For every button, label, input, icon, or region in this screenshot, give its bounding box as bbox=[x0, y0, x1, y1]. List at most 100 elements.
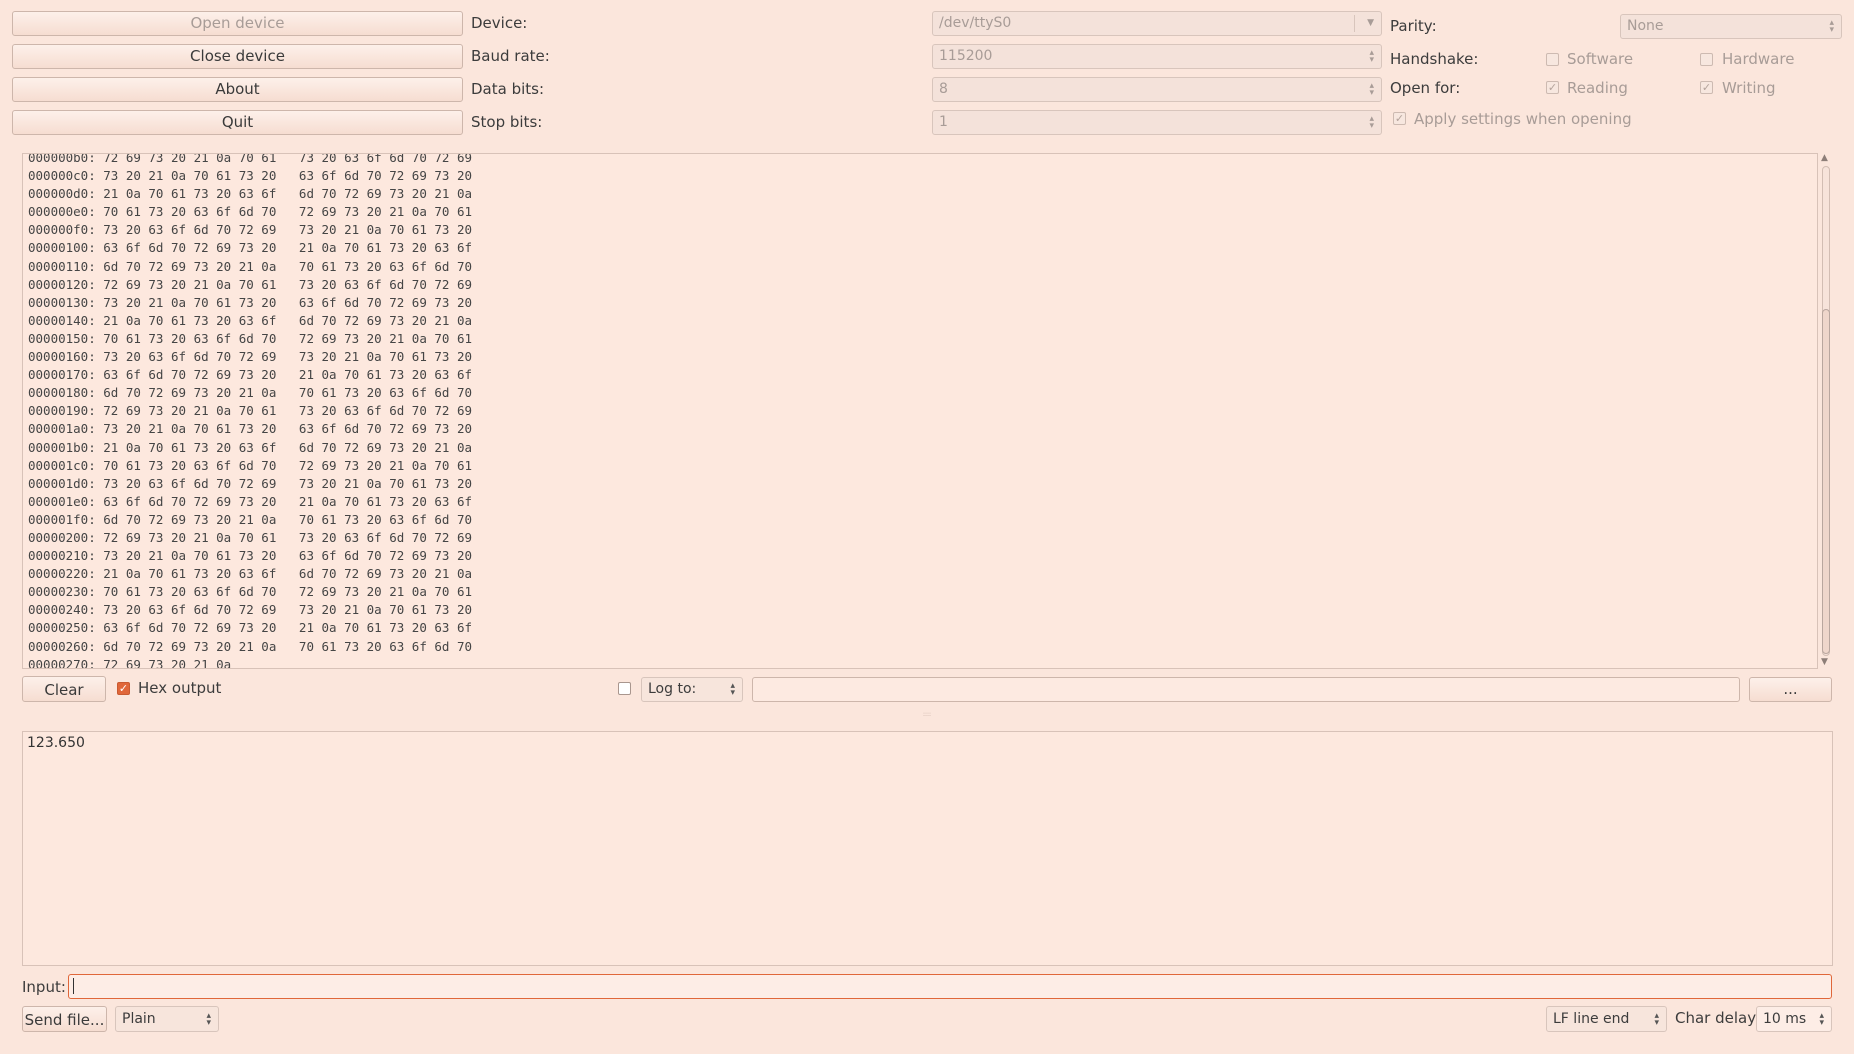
output-line: 00000140: 21 0a 70 61 73 20 63 6f 6d 70 … bbox=[28, 312, 473, 328]
output-line: 000001e0: 63 6f 6d 70 72 69 73 20 21 0a … bbox=[28, 493, 473, 509]
clear-button[interactable]: Clear bbox=[22, 676, 106, 702]
spin-arrows-icon: ▴ ▾ bbox=[1654, 1011, 1659, 1028]
log-path-input[interactable] bbox=[752, 677, 1740, 702]
input-field[interactable] bbox=[68, 974, 1832, 999]
line-end-value: LF line end bbox=[1553, 1011, 1630, 1027]
scroll-up-arrow-icon[interactable]: ▲ bbox=[1821, 153, 1828, 163]
dropdown-divider bbox=[1354, 15, 1355, 32]
output-line: 00000120: 72 69 73 20 21 0a 70 61 73 20 … bbox=[28, 276, 473, 292]
about-button[interactable]: About bbox=[12, 77, 463, 102]
output-line: 000001d0: 73 20 63 6f 6d 70 72 69 73 20 … bbox=[28, 475, 473, 491]
output-lines: 000000c0: 73 20 21 0a 70 61 73 20 63 6f … bbox=[28, 167, 473, 669]
parity-value: None bbox=[1627, 18, 1664, 34]
writing-checkbox[interactable]: ✓ bbox=[1700, 81, 1713, 94]
scrollbar-thumb[interactable] bbox=[1822, 309, 1830, 654]
spin-arrows-icon: ▴ ▾ bbox=[730, 681, 735, 698]
check-icon: ✓ bbox=[118, 682, 129, 695]
splitter-handle[interactable]: :::: bbox=[920, 712, 934, 718]
hex-output-checkbox[interactable]: ✓ bbox=[117, 682, 130, 695]
char-delay-label: Char delay: bbox=[1675, 1009, 1761, 1027]
writing-label: Writing bbox=[1722, 79, 1776, 97]
log-to-label: Log to: bbox=[648, 681, 697, 697]
output-line: 000000c0: 73 20 21 0a 70 61 73 20 63 6f … bbox=[28, 168, 473, 184]
baud-rate-value: 115200 bbox=[939, 48, 993, 64]
check-icon: ✓ bbox=[1701, 81, 1712, 94]
send-mode-value: Plain bbox=[122, 1011, 156, 1027]
output-line: 00000270: 72 69 73 20 21 0a bbox=[28, 656, 232, 669]
spin-arrows-icon: ▴ ▾ bbox=[1369, 81, 1374, 98]
hex-output-label: Hex output bbox=[138, 679, 222, 697]
char-delay-spinbox[interactable]: 10 ms ▴ ▾ bbox=[1756, 1006, 1832, 1032]
output-line: 00000220: 21 0a 70 61 73 20 63 6f 6d 70 … bbox=[28, 566, 473, 582]
spin-arrows-icon: ▴ ▾ bbox=[1369, 114, 1374, 131]
output-panel[interactable]: 000000b0: 72 69 73 20 21 0a 70 61 73 20 … bbox=[22, 153, 1818, 669]
send-text: 123.650 bbox=[27, 735, 85, 751]
send-mode-select[interactable]: Plain ▴ ▾ bbox=[115, 1006, 219, 1032]
spin-arrows-icon: ▴ ▾ bbox=[1369, 48, 1374, 65]
check-icon: ✓ bbox=[1394, 112, 1405, 125]
quit-button[interactable]: Quit bbox=[12, 110, 463, 135]
log-to-select[interactable]: Log to: ▴ ▾ bbox=[641, 677, 743, 702]
output-line: 000000e0: 70 61 73 20 63 6f 6d 70 72 69 … bbox=[28, 204, 473, 220]
log-checkbox[interactable] bbox=[618, 682, 631, 695]
data-bits-value: 8 bbox=[939, 81, 948, 97]
line-end-select[interactable]: LF line end ▴ ▾ bbox=[1546, 1006, 1667, 1032]
baud-rate-spinbox[interactable]: 115200 ▴ ▾ bbox=[932, 44, 1382, 69]
close-device-button[interactable]: Close device bbox=[12, 44, 463, 69]
check-icon: ✓ bbox=[1547, 81, 1558, 94]
software-label: Software bbox=[1567, 50, 1634, 68]
stop-bits-spinbox[interactable]: 1 ▴ ▾ bbox=[932, 110, 1382, 135]
output-text: 000000b0: 72 69 73 20 21 0a 70 61 73 20 … bbox=[28, 153, 473, 669]
baud-rate-label: Baud rate: bbox=[471, 47, 550, 65]
output-line: 00000250: 63 6f 6d 70 72 69 73 20 21 0a … bbox=[28, 620, 473, 636]
spin-arrows-icon: ▴ ▾ bbox=[1819, 1011, 1824, 1028]
output-line: 000000b0: 72 69 73 20 21 0a 70 61 73 20 … bbox=[28, 153, 473, 165]
apply-settings-label: Apply settings when opening bbox=[1414, 110, 1632, 128]
browse-button[interactable]: ... bbox=[1749, 677, 1832, 702]
data-bits-spinbox[interactable]: 8 ▴ ▾ bbox=[932, 77, 1382, 102]
spin-arrows-icon: ▴ ▾ bbox=[206, 1011, 211, 1028]
device-select[interactable]: /dev/ttyS0 ▼ bbox=[932, 11, 1382, 36]
output-line: 00000160: 73 20 63 6f 6d 70 72 69 73 20 … bbox=[28, 349, 473, 365]
data-bits-label: Data bits: bbox=[471, 80, 545, 98]
text-cursor bbox=[73, 978, 74, 994]
output-line: 000001c0: 70 61 73 20 63 6f 6d 70 72 69 … bbox=[28, 457, 473, 473]
send-file-button[interactable]: Send file... bbox=[22, 1006, 107, 1032]
output-line: 000000d0: 21 0a 70 61 73 20 63 6f 6d 70 … bbox=[28, 186, 473, 202]
scroll-down-arrow-icon[interactable]: ▼ bbox=[1821, 657, 1828, 667]
software-checkbox[interactable] bbox=[1546, 53, 1559, 66]
parity-label: Parity: bbox=[1390, 17, 1437, 35]
output-line: 000000f0: 73 20 63 6f 6d 70 72 69 73 20 … bbox=[28, 222, 473, 238]
device-value: /dev/ttyS0 bbox=[939, 15, 1012, 31]
output-line: 00000150: 70 61 73 20 63 6f 6d 70 72 69 … bbox=[28, 330, 473, 346]
output-line: 000001a0: 73 20 21 0a 70 61 73 20 63 6f … bbox=[28, 421, 473, 437]
output-line: 00000110: 6d 70 72 69 73 20 21 0a 70 61 … bbox=[28, 258, 473, 274]
apply-settings-checkbox[interactable]: ✓ bbox=[1393, 112, 1406, 125]
hardware-label: Hardware bbox=[1722, 50, 1795, 68]
input-label: Input: bbox=[22, 978, 66, 996]
reading-label: Reading bbox=[1567, 79, 1628, 97]
output-scrollbar[interactable]: ▲ ▼ bbox=[1818, 153, 1834, 669]
spin-arrows-icon: ▴ ▾ bbox=[1829, 18, 1834, 35]
send-text-area[interactable]: 123.650 bbox=[22, 731, 1833, 966]
char-delay-value: 10 ms bbox=[1763, 1011, 1807, 1027]
output-line: 00000170: 63 6f 6d 70 72 69 73 20 21 0a … bbox=[28, 367, 473, 383]
output-line: 00000200: 72 69 73 20 21 0a 70 61 73 20 … bbox=[28, 529, 473, 545]
output-line: 00000190: 72 69 73 20 21 0a 70 61 73 20 … bbox=[28, 403, 473, 419]
reading-checkbox[interactable]: ✓ bbox=[1546, 81, 1559, 94]
output-line: 000001f0: 6d 70 72 69 73 20 21 0a 70 61 … bbox=[28, 511, 473, 527]
chevron-down-icon: ▼ bbox=[1367, 18, 1374, 28]
output-line: 00000240: 73 20 63 6f 6d 70 72 69 73 20 … bbox=[28, 602, 473, 618]
parity-select[interactable]: None ▴ ▾ bbox=[1620, 14, 1842, 39]
hardware-checkbox[interactable] bbox=[1700, 53, 1713, 66]
handshake-label: Handshake: bbox=[1390, 50, 1479, 68]
output-line: 00000260: 6d 70 72 69 73 20 21 0a 70 61 … bbox=[28, 638, 473, 654]
output-line: 00000210: 73 20 21 0a 70 61 73 20 63 6f … bbox=[28, 548, 473, 564]
stop-bits-value: 1 bbox=[939, 114, 948, 130]
output-line: 00000230: 70 61 73 20 63 6f 6d 70 72 69 … bbox=[28, 584, 473, 600]
output-line: 000001b0: 21 0a 70 61 73 20 63 6f 6d 70 … bbox=[28, 439, 473, 455]
open-device-button[interactable]: Open device bbox=[12, 11, 463, 36]
stop-bits-label: Stop bits: bbox=[471, 113, 543, 131]
device-label: Device: bbox=[471, 14, 528, 32]
output-line: 00000180: 6d 70 72 69 73 20 21 0a 70 61 … bbox=[28, 385, 473, 401]
